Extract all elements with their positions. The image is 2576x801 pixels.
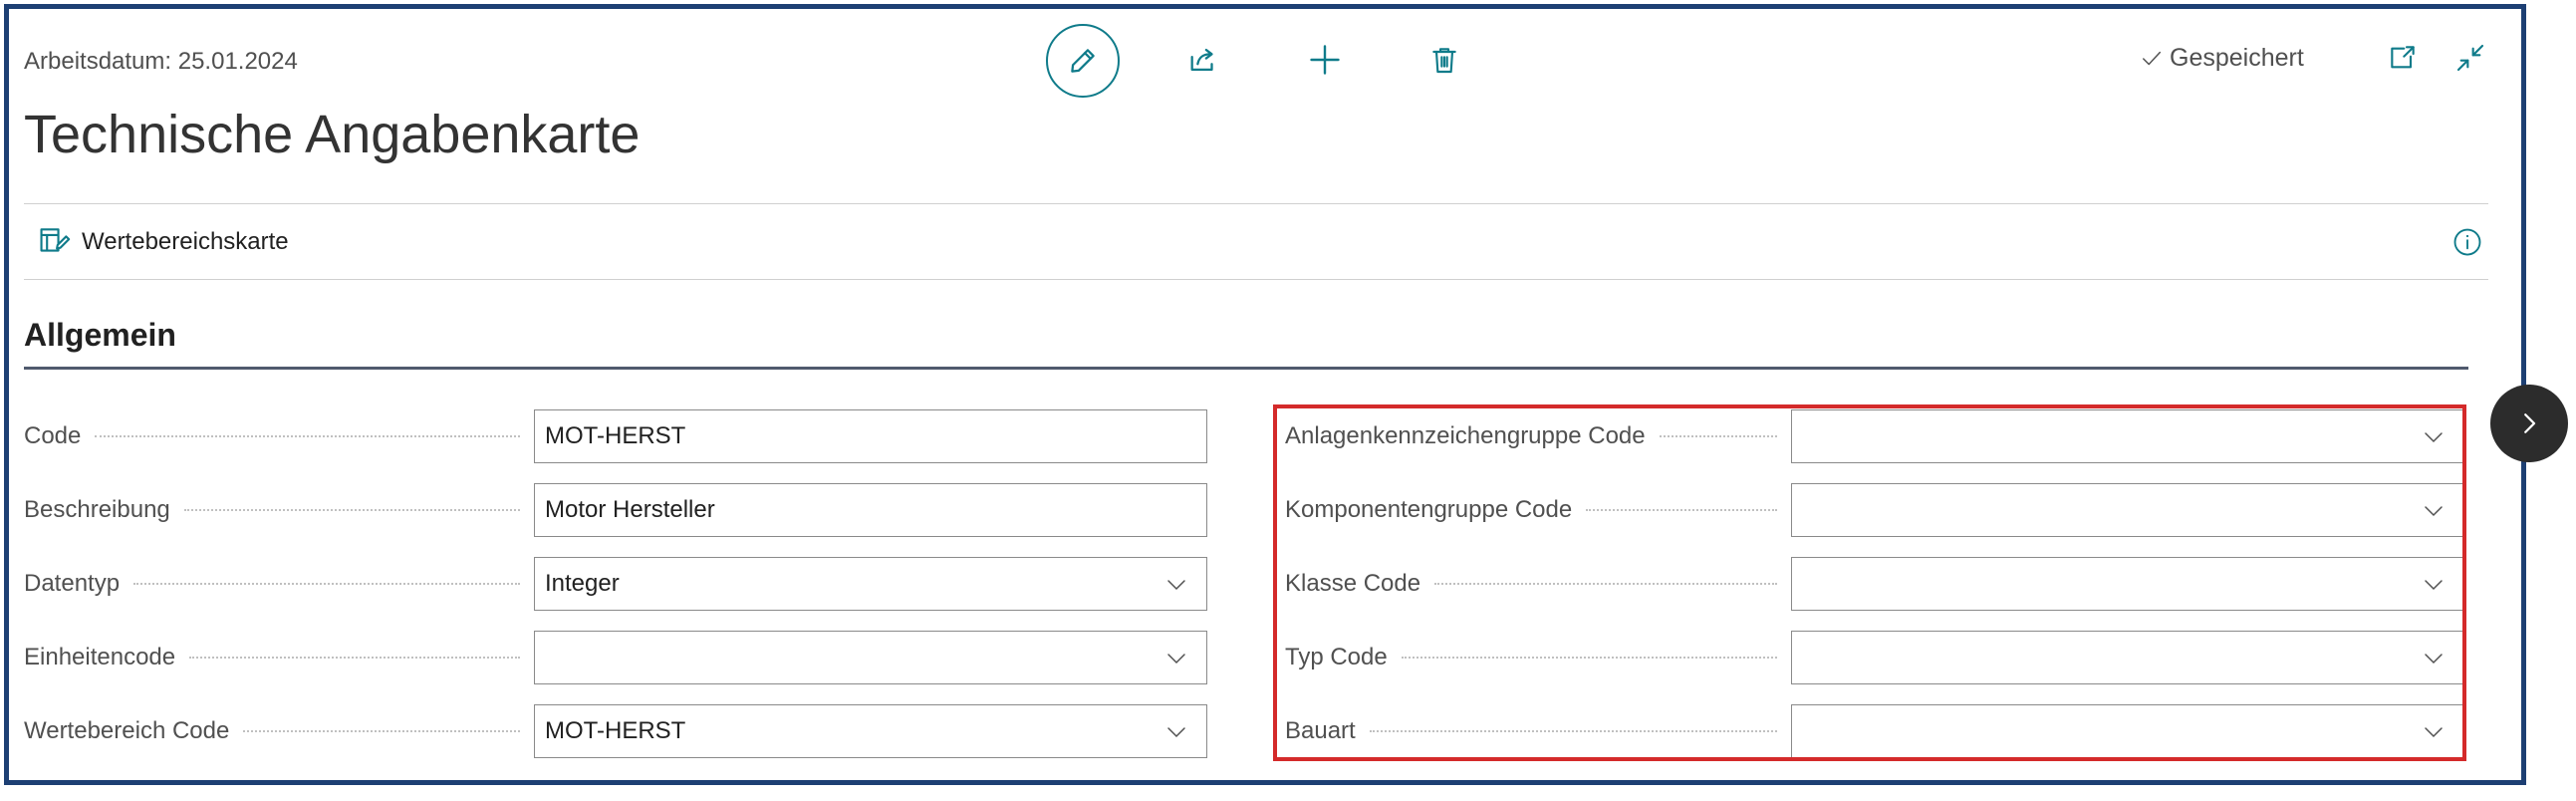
work-date: Arbeitsdatum: 25.01.2024: [24, 48, 298, 75]
field-row-unit-code: Einheitencode: [24, 630, 1207, 685]
class-code-select[interactable]: [1791, 557, 2464, 611]
checkmark-icon: [2143, 51, 2161, 65]
field-label: Einheitencode: [24, 644, 534, 671]
delete-button[interactable]: [1422, 38, 1466, 82]
value-range-code-select[interactable]: MOT-HERST: [534, 704, 1207, 758]
collapse-button[interactable]: [2450, 38, 2490, 78]
field-label: Typ Code: [1285, 644, 1791, 671]
share-icon: [1190, 48, 1213, 72]
field-label: Code: [24, 422, 534, 450]
field-row-type-code: Typ Code: [1285, 630, 2464, 685]
info-button[interactable]: [2450, 225, 2484, 259]
info-icon: [2453, 228, 2481, 256]
construction-type-select[interactable]: [1791, 704, 2464, 758]
value-range-card-label: Wertebereichskarte: [82, 228, 289, 255]
description-field[interactable]: Motor Hersteller: [534, 483, 1207, 537]
chevron-down-icon: [2425, 432, 2443, 443]
add-button[interactable]: [1303, 38, 1347, 82]
data-type-select[interactable]: Integer: [534, 557, 1207, 611]
field-row-value-range-code: Wertebereich Code MOT-HERST: [24, 703, 1207, 759]
field-row-construction-type: Bauart: [1285, 703, 2464, 759]
next-record-button[interactable]: [2490, 385, 2568, 462]
section-title: Allgemein: [24, 317, 176, 353]
field-row-component-group-code: Komponentengruppe Code: [1285, 482, 2464, 538]
chevron-down-icon: [1167, 580, 1185, 591]
divider: [24, 279, 2488, 280]
chevron-down-icon: [2425, 654, 2443, 665]
saved-status-label: Gespeichert: [2170, 44, 2304, 72]
field-row-class-code: Klasse Code: [1285, 556, 2464, 612]
field-row-code: Code MOT-HERST: [24, 408, 1207, 464]
field-row-description: Beschreibung Motor Hersteller: [24, 482, 1207, 538]
field-row-plant-id-group-code: Anlagenkennzeichengruppe Code: [1285, 408, 2464, 464]
field-label: Beschreibung: [24, 496, 534, 524]
chevron-down-icon: [1167, 654, 1185, 665]
chevron-right-icon: [2524, 413, 2536, 433]
chevron-down-icon: [2425, 506, 2443, 517]
chevron-down-icon: [2425, 580, 2443, 591]
code-field[interactable]: MOT-HERST: [534, 409, 1207, 463]
field-label: Anlagenkennzeichengruppe Code: [1285, 422, 1791, 450]
edit-button[interactable]: [1046, 24, 1120, 98]
section-divider: [24, 367, 2468, 370]
field-row-data-type: Datentyp Integer: [24, 556, 1207, 612]
page-title: Technische Angabenkarte: [24, 105, 641, 164]
type-code-select[interactable]: [1791, 631, 2464, 684]
unit-code-select[interactable]: [534, 631, 1207, 684]
collapse-icon: [2456, 44, 2484, 72]
edit-pencil-icon: [1071, 49, 1095, 73]
field-label: Datentyp: [24, 570, 534, 598]
field-label: Bauart: [1285, 717, 1791, 745]
divider: [24, 203, 2488, 204]
add-icon: [1310, 45, 1340, 75]
open-new-window-icon: [2391, 46, 2415, 69]
plant-id-group-code-select[interactable]: [1791, 409, 2464, 463]
saved-status: Gespeichert: [2140, 44, 2304, 73]
share-button[interactable]: [1181, 38, 1225, 82]
chevron-down-icon: [2425, 727, 2443, 738]
open-new-window-button[interactable]: [2383, 38, 2423, 78]
delete-icon: [1432, 48, 1456, 74]
field-label: Komponentengruppe Code: [1285, 496, 1791, 524]
field-label: Wertebereich Code: [24, 717, 534, 745]
chevron-down-icon: [1167, 727, 1185, 738]
field-label: Klasse Code: [1285, 570, 1791, 598]
component-group-code-select[interactable]: [1791, 483, 2464, 537]
card-edit-icon: [40, 228, 71, 252]
value-range-card-action[interactable]: Wertebereichskarte: [38, 225, 289, 259]
